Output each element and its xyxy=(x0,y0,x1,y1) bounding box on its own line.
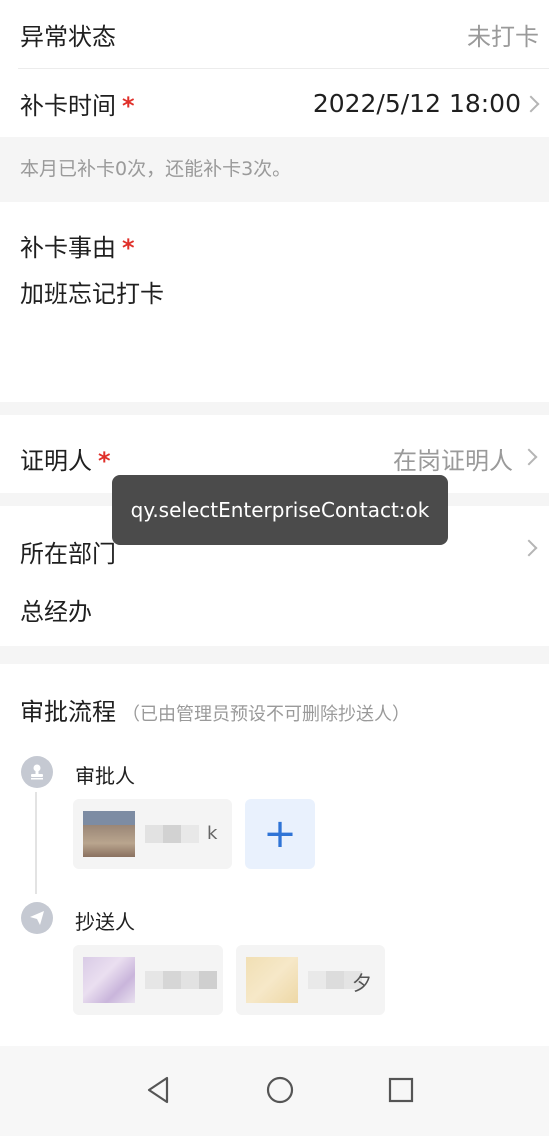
cc-name-blur xyxy=(145,971,217,989)
abnormal-status-label: 异常状态 xyxy=(20,22,116,51)
makeup-note: 本月已补卡0次，还能补卡3次。 xyxy=(20,158,292,180)
cc-chip-1[interactable] xyxy=(73,945,223,1015)
approver-name-blur xyxy=(145,825,199,843)
send-icon xyxy=(21,902,53,934)
approval-section: 审批流程 （已由管理员预设不可删除抄送人） 审批人 k + 抄送人 夕 xyxy=(0,664,549,1046)
approver-name-suffix: k xyxy=(207,823,218,844)
reason-textarea[interactable]: 加班忘记打卡 xyxy=(20,274,164,309)
cc-name-suffix: 夕 xyxy=(352,971,372,995)
department-label: 所在部门 xyxy=(20,540,116,568)
recent-square-icon[interactable] xyxy=(387,1076,415,1104)
add-approver-button[interactable]: + xyxy=(245,799,315,869)
chevron-right-icon xyxy=(522,95,540,113)
required-mark: * xyxy=(122,234,135,262)
avatar xyxy=(83,957,135,1003)
stamp-icon xyxy=(21,756,53,788)
chevron-right-icon xyxy=(520,448,538,466)
approver-chip[interactable]: k xyxy=(73,799,232,869)
witness-placeholder[interactable]: 在岗证明人 xyxy=(393,441,513,476)
required-mark: * xyxy=(98,447,111,475)
witness-label-text: 证明人 xyxy=(20,447,92,475)
cc-label: 抄送人 xyxy=(75,910,135,934)
system-nav-bar xyxy=(0,1046,549,1136)
approver-label: 审批人 xyxy=(75,764,135,788)
makeup-time-label: 补卡时间 * xyxy=(20,86,135,121)
makeup-time-value[interactable]: 2022/5/12 18:00 xyxy=(313,89,521,118)
approval-title: 审批流程 xyxy=(20,698,116,726)
flow-connector xyxy=(35,792,37,894)
chevron-right-icon xyxy=(520,539,538,557)
avatar xyxy=(83,811,135,857)
witness-label: 证明人 * xyxy=(20,441,111,476)
avatar xyxy=(246,957,298,1003)
reason-label-text: 补卡事由 xyxy=(20,234,116,262)
home-circle-icon[interactable] xyxy=(265,1075,295,1105)
approval-note: （已由管理员预设不可删除抄送人） xyxy=(122,704,410,725)
reason-section: 补卡事由 * 加班忘记打卡 xyxy=(0,202,549,402)
required-mark: * xyxy=(122,91,135,120)
department-value: 总经办 xyxy=(20,598,92,626)
reason-label: 补卡事由 * xyxy=(20,228,135,263)
toast-message: qy.selectEnterpriseContact:ok xyxy=(112,475,448,545)
approval-header: 审批流程 （已由管理员预设不可删除抄送人） xyxy=(20,692,410,727)
makeup-time-row[interactable]: 补卡时间 * 2022/5/12 18:00 xyxy=(0,69,549,137)
makeup-time-label-text: 补卡时间 xyxy=(20,91,116,120)
abnormal-status-value: 未打卡 xyxy=(467,22,539,51)
cc-chip-2[interactable]: 夕 xyxy=(236,945,385,1015)
status-section: 异常状态 未打卡 补卡时间 * 2022/5/12 18:00 xyxy=(0,0,549,137)
back-triangle-icon[interactable] xyxy=(144,1074,172,1106)
abnormal-status-row: 异常状态 未打卡 xyxy=(0,0,549,68)
